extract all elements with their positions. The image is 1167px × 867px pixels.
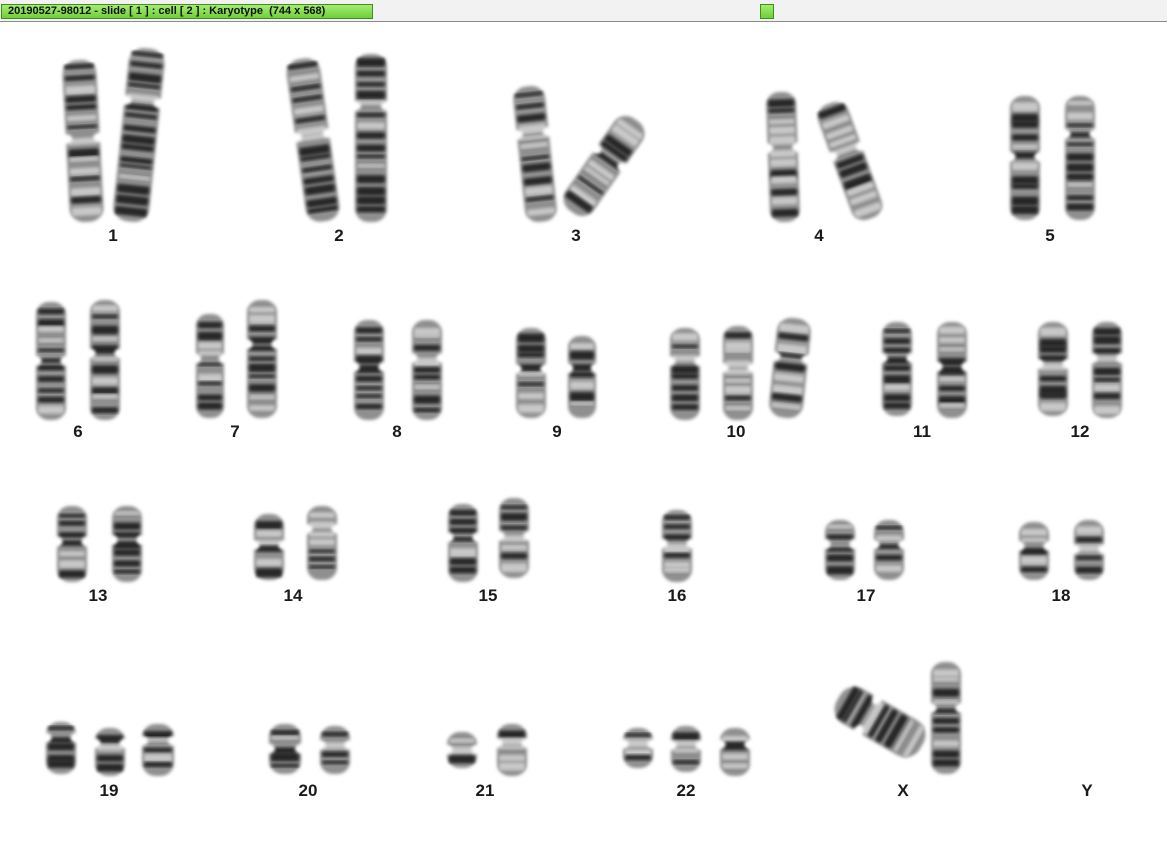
chromosome-label-18: 18 [1051,586,1071,605]
chromosome-20-1[interactable] [261,716,309,782]
chromosome-9-2[interactable] [560,328,604,426]
chromosome-13-2[interactable] [104,498,150,590]
chromosome-14-1[interactable] [246,506,292,588]
chromosome-2-1[interactable] [276,47,351,232]
chromosome-9-1[interactable] [508,320,554,426]
window-title-bar: 20190527-98012 - slide [ 1 ] : cell [ 2 … [0,0,1167,22]
chromosome-12-1[interactable] [1030,314,1076,424]
chromosome-19-2[interactable] [87,720,133,784]
chromosome-label-17: 17 [856,586,876,605]
chromosome-7-2[interactable] [239,292,285,426]
chromosome-label-2: 2 [334,226,344,245]
chromosome-label-14: 14 [283,586,303,605]
chromosome-4-2[interactable] [804,88,896,234]
chromosome-19-3[interactable] [134,716,182,784]
chromosome-15-1[interactable] [440,496,486,590]
chromosome-13-1[interactable] [49,498,95,590]
chromosome-label-4: 4 [814,226,824,245]
chromosome-2-2[interactable] [347,46,395,230]
chromosome-X-2[interactable] [923,654,969,782]
karyotype-canvas: 1 2 3 4 5 6 7 8 9 10 11 12 13 14 15 16 17 18 19 20 21 22 X Y [0,22,1167,867]
chromosome-label-5: 5 [1045,226,1055,245]
chromosome-label-13: 13 [88,586,108,605]
title-progress-marker [760,4,774,19]
chromosome-20-2[interactable] [312,718,358,782]
chromosome-label-21: 21 [475,781,495,800]
chromosome-21-2[interactable] [489,716,535,784]
chromosome-label-22: 22 [676,781,696,800]
chromosome-8-1[interactable] [346,312,392,428]
chromosome-14-2[interactable] [299,498,345,588]
chromosome-11-2[interactable] [929,314,975,426]
chromosome-label-X: X [897,781,909,800]
chromosome-15-2[interactable] [491,490,537,586]
chromosome-label-10: 10 [726,422,746,441]
chromosome-label-Y: Y [1081,781,1093,800]
chromosome-22-3[interactable] [712,720,758,784]
chromosome-label-6: 6 [73,422,83,441]
chromosome-10-2[interactable] [715,318,761,428]
chromosome-6-1[interactable] [28,294,74,428]
chromosome-19-1[interactable] [38,714,84,782]
chromosome-5-2[interactable] [1057,88,1103,228]
chromosome-5-1[interactable] [1002,88,1048,228]
chromosome-6-2[interactable] [82,292,128,428]
chromosome-18-1[interactable] [1011,514,1057,588]
chromosome-label-1: 1 [108,226,118,245]
chromosome-label-20: 20 [298,781,318,800]
chromosome-11-1[interactable] [874,314,920,424]
chromosome-label-19: 19 [99,781,119,800]
chromosome-16-1[interactable] [654,502,700,590]
chromosome-22-2[interactable] [663,718,709,780]
chromosome-22-1[interactable] [615,720,661,776]
window-title: 20190527-98012 - slide [ 1 ] : cell [ 2 … [1,4,373,19]
chromosome-21-1[interactable] [439,724,485,776]
chromosome-1-2[interactable] [103,38,175,232]
chromosome-8-2[interactable] [404,312,450,428]
chromosome-17-2[interactable] [866,512,912,588]
chromosome-10-3[interactable] [759,308,821,429]
chromosome-label-12: 12 [1070,422,1090,441]
chromosome-label-15: 15 [478,586,498,605]
chromosome-10-1[interactable] [662,320,708,428]
chromosome-4-1[interactable] [757,83,808,231]
chromosome-3-2[interactable] [547,99,661,233]
chromosome-label-3: 3 [571,226,581,245]
chromosome-label-7: 7 [230,422,240,441]
chromosome-18-2[interactable] [1066,512,1112,588]
chromosome-12-2[interactable] [1084,314,1130,426]
chromosome-label-9: 9 [552,422,562,441]
chromosome-label-16: 16 [667,586,687,605]
chromosome-1-1[interactable] [53,51,112,231]
chromosome-7-1[interactable] [188,306,232,426]
chromosome-label-8: 8 [392,422,402,441]
chromosome-label-11: 11 [913,422,931,441]
chromosome-17-1[interactable] [817,512,863,588]
